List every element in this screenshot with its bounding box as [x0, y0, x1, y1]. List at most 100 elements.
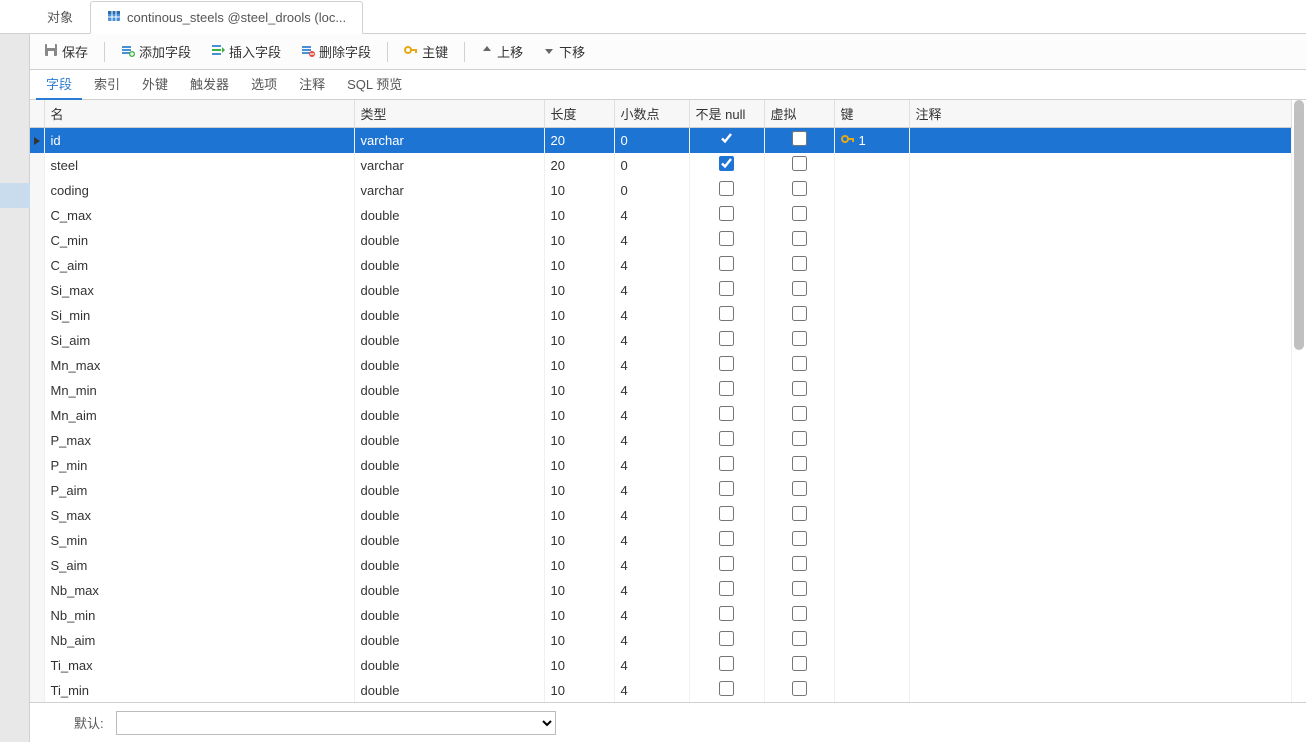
cell-decimals[interactable]: 4 [614, 378, 689, 403]
cell-key[interactable] [834, 628, 909, 653]
insert-field-button[interactable]: 插入字段 [203, 38, 289, 65]
notnull-checkbox[interactable] [719, 406, 734, 421]
cell-decimals[interactable]: 4 [614, 678, 689, 703]
cell-length[interactable]: 10 [544, 603, 614, 628]
virtual-checkbox[interactable] [792, 531, 807, 546]
cell-name[interactable]: Ti_min [44, 678, 354, 703]
cell-type[interactable]: double [354, 253, 544, 278]
cell-name[interactable]: P_max [44, 428, 354, 453]
cell-key[interactable] [834, 603, 909, 628]
cell-length[interactable]: 10 [544, 378, 614, 403]
notnull-checkbox[interactable] [719, 506, 734, 521]
cell-length[interactable]: 10 [544, 403, 614, 428]
cell-key[interactable] [834, 378, 909, 403]
notnull-checkbox[interactable] [719, 131, 734, 146]
table-row[interactable]: Ti_mindouble104 [30, 678, 1292, 703]
table-row[interactable]: Mn_maxdouble104 [30, 353, 1292, 378]
virtual-checkbox[interactable] [792, 381, 807, 396]
virtual-checkbox[interactable] [792, 256, 807, 271]
cell-length[interactable]: 10 [544, 478, 614, 503]
notnull-checkbox[interactable] [719, 656, 734, 671]
col-type[interactable]: 类型 [354, 100, 544, 128]
cell-name[interactable]: P_min [44, 453, 354, 478]
cell-name[interactable]: Nb_min [44, 603, 354, 628]
cell-key[interactable] [834, 478, 909, 503]
cell-type[interactable]: double [354, 678, 544, 703]
notnull-checkbox[interactable] [719, 681, 734, 696]
notnull-checkbox[interactable] [719, 581, 734, 596]
col-comment[interactable]: 注释 [909, 100, 1292, 128]
cell-name[interactable]: Nb_aim [44, 628, 354, 653]
cell-comment[interactable] [909, 153, 1292, 178]
cell-decimals[interactable]: 4 [614, 203, 689, 228]
table-row[interactable]: C_mindouble104 [30, 228, 1292, 253]
cell-decimals[interactable]: 4 [614, 253, 689, 278]
cell-comment[interactable] [909, 528, 1292, 553]
table-row[interactable]: Si_maxdouble104 [30, 278, 1292, 303]
cell-decimals[interactable]: 4 [614, 428, 689, 453]
notnull-checkbox[interactable] [719, 281, 734, 296]
cell-decimals[interactable]: 4 [614, 653, 689, 678]
move-up-button[interactable]: 上移 [473, 38, 531, 65]
table-row[interactable]: Si_aimdouble104 [30, 328, 1292, 353]
cell-comment[interactable] [909, 503, 1292, 528]
table-row[interactable]: S_maxdouble104 [30, 503, 1292, 528]
cell-key[interactable]: 1 [834, 128, 909, 153]
notnull-checkbox[interactable] [719, 206, 734, 221]
cell-decimals[interactable]: 4 [614, 228, 689, 253]
cell-length[interactable]: 10 [544, 503, 614, 528]
table-row[interactable]: Si_mindouble104 [30, 303, 1292, 328]
cell-decimals[interactable]: 4 [614, 603, 689, 628]
notnull-checkbox[interactable] [719, 556, 734, 571]
cell-comment[interactable] [909, 178, 1292, 203]
notnull-checkbox[interactable] [719, 356, 734, 371]
cell-key[interactable] [834, 528, 909, 553]
cell-length[interactable]: 20 [544, 153, 614, 178]
virtual-checkbox[interactable] [792, 656, 807, 671]
cell-key[interactable] [834, 503, 909, 528]
col-length[interactable]: 长度 [544, 100, 614, 128]
tab-table-continous-steels[interactable]: continous_steels @steel_drools (loc... [90, 1, 363, 34]
virtual-checkbox[interactable] [792, 556, 807, 571]
cell-length[interactable]: 10 [544, 653, 614, 678]
cell-name[interactable]: Si_min [44, 303, 354, 328]
cell-decimals[interactable]: 4 [614, 278, 689, 303]
virtual-checkbox[interactable] [792, 356, 807, 371]
cell-comment[interactable] [909, 478, 1292, 503]
cell-type[interactable]: double [354, 653, 544, 678]
cell-comment[interactable] [909, 553, 1292, 578]
table-row[interactable]: codingvarchar100 [30, 178, 1292, 203]
cell-decimals[interactable]: 4 [614, 303, 689, 328]
cell-comment[interactable] [909, 303, 1292, 328]
notnull-checkbox[interactable] [719, 631, 734, 646]
cell-key[interactable] [834, 403, 909, 428]
cell-comment[interactable] [909, 603, 1292, 628]
cell-type[interactable]: double [354, 403, 544, 428]
notnull-checkbox[interactable] [719, 481, 734, 496]
col-decimals[interactable]: 小数点 [614, 100, 689, 128]
add-field-button[interactable]: 添加字段 [113, 38, 199, 65]
cell-comment[interactable] [909, 278, 1292, 303]
table-row[interactable]: Nb_mindouble104 [30, 603, 1292, 628]
table-row[interactable]: Mn_aimdouble104 [30, 403, 1292, 428]
table-row[interactable]: P_maxdouble104 [30, 428, 1292, 453]
cell-name[interactable]: coding [44, 178, 354, 203]
table-row[interactable]: Nb_aimdouble104 [30, 628, 1292, 653]
cell-comment[interactable] [909, 378, 1292, 403]
cell-key[interactable] [834, 153, 909, 178]
virtual-checkbox[interactable] [792, 131, 807, 146]
delete-field-button[interactable]: 删除字段 [293, 38, 379, 65]
cell-type[interactable]: double [354, 478, 544, 503]
virtual-checkbox[interactable] [792, 156, 807, 171]
cell-name[interactable]: C_aim [44, 253, 354, 278]
cell-comment[interactable] [909, 228, 1292, 253]
cell-type[interactable]: varchar [354, 178, 544, 203]
cell-decimals[interactable]: 4 [614, 628, 689, 653]
subtab-foreign-keys[interactable]: 外键 [132, 69, 178, 100]
subtab-indexes[interactable]: 索引 [84, 69, 130, 100]
cell-type[interactable]: double [354, 553, 544, 578]
cell-type[interactable]: double [354, 628, 544, 653]
cell-decimals[interactable]: 4 [614, 478, 689, 503]
notnull-checkbox[interactable] [719, 256, 734, 271]
table-row[interactable]: Nb_maxdouble104 [30, 578, 1292, 603]
